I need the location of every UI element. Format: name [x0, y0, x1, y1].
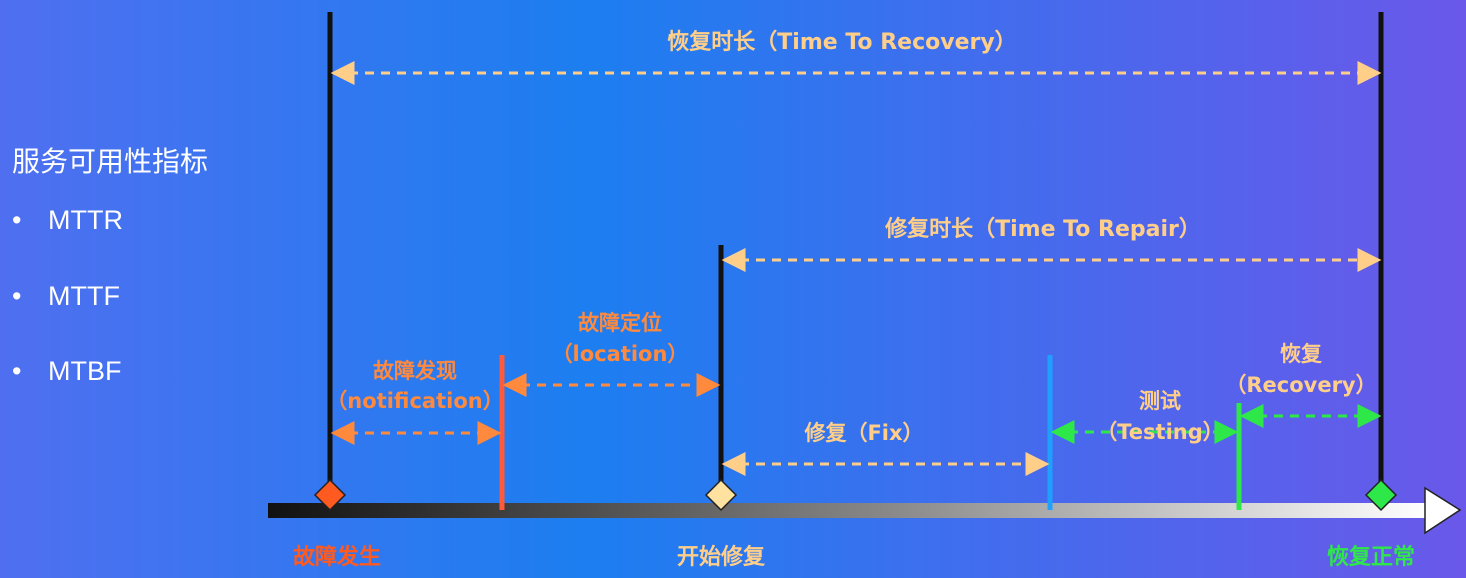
back-to-normal-label: 恢复正常 [1327, 544, 1415, 570]
time-to-recovery-label: 恢复时长（Time To Recovery） [667, 29, 1016, 55]
testing-label-zh: 测试 [1139, 389, 1181, 413]
time-axis-arrowhead [1424, 486, 1462, 535]
start-repair-label: 开始修复 [677, 544, 766, 570]
notification-label-en: （notification） [326, 389, 503, 413]
notification-label-zh: 故障发现 [373, 359, 457, 383]
location-label-en: （location） [552, 342, 689, 366]
recovery-label-en: （Recovery） [1225, 373, 1376, 397]
recovery-timeline-diagram: 恢复时长（Time To Recovery） 修复时长（Time To Repa… [268, 12, 1462, 570]
recovery-label-zh: 恢复 [1280, 342, 1323, 366]
location-label-zh: 故障定位 [578, 311, 662, 335]
time-axis [268, 486, 1462, 535]
testing-label-en: （Testing） [1096, 420, 1224, 444]
time-axis-bar [268, 503, 1428, 518]
fix-label: 修复（Fix） [803, 421, 923, 445]
failure-occurs-label: 故障发生 [293, 544, 381, 570]
time-to-repair-label: 修复时长（Time To Repair） [884, 216, 1201, 242]
